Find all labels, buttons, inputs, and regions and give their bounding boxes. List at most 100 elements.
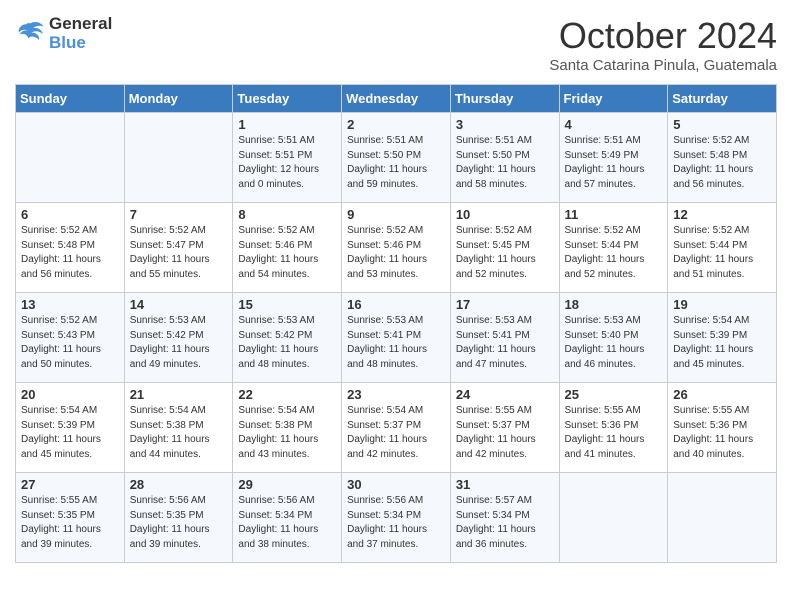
day-number: 5 [673, 117, 771, 132]
day-number: 21 [130, 387, 228, 402]
calendar-body: 1 Sunrise: 5:51 AMSunset: 5:51 PMDaylight… [16, 113, 777, 563]
day-number: 18 [565, 297, 663, 312]
day-info: Sunrise: 5:53 AMSunset: 5:41 PMDaylight:… [347, 314, 445, 372]
day-number: 26 [673, 387, 771, 402]
calendar-header-row: SundayMondayTuesdayWednesdayThursdayFrid… [16, 85, 777, 113]
calendar-cell: 25 Sunrise: 5:55 AMSunset: 5:36 PMDayligh… [559, 383, 668, 473]
day-info: Sunrise: 5:52 AMSunset: 5:45 PMDaylight:… [456, 224, 554, 282]
header-saturday: Saturday [668, 85, 777, 113]
calendar-cell: 12 Sunrise: 5:52 AMSunset: 5:44 PMDayligh… [668, 203, 777, 293]
day-number: 24 [456, 387, 554, 402]
day-number: 10 [456, 207, 554, 222]
day-info: Sunrise: 5:52 AMSunset: 5:48 PMDaylight:… [21, 224, 119, 282]
day-info: Sunrise: 5:55 AMSunset: 5:35 PMDaylight:… [21, 494, 119, 552]
day-number: 8 [238, 207, 336, 222]
day-info: Sunrise: 5:52 AMSunset: 5:46 PMDaylight:… [347, 224, 445, 282]
header-tuesday: Tuesday [233, 85, 342, 113]
header-wednesday: Wednesday [342, 85, 451, 113]
calendar-week-row: 6 Sunrise: 5:52 AMSunset: 5:48 PMDaylight… [16, 203, 777, 293]
calendar-cell: 11 Sunrise: 5:52 AMSunset: 5:44 PMDayligh… [559, 203, 668, 293]
day-info: Sunrise: 5:55 AMSunset: 5:36 PMDaylight:… [565, 404, 663, 462]
day-info: Sunrise: 5:52 AMSunset: 5:47 PMDaylight:… [130, 224, 228, 282]
day-number: 14 [130, 297, 228, 312]
calendar-week-row: 20 Sunrise: 5:54 AMSunset: 5:39 PMDayligh… [16, 383, 777, 473]
day-info: Sunrise: 5:51 AMSunset: 5:51 PMDaylight:… [238, 134, 336, 192]
header-friday: Friday [559, 85, 668, 113]
day-info: Sunrise: 5:52 AMSunset: 5:46 PMDaylight:… [238, 224, 336, 282]
day-number: 30 [347, 477, 445, 492]
day-info: Sunrise: 5:53 AMSunset: 5:42 PMDaylight:… [238, 314, 336, 372]
day-number: 31 [456, 477, 554, 492]
day-info: Sunrise: 5:51 AMSunset: 5:50 PMDaylight:… [347, 134, 445, 192]
calendar-cell: 19Sunrise: 5:54 AMSunset: 5:39 PMDayligh… [668, 293, 777, 383]
day-number: 3 [456, 117, 554, 132]
calendar-cell: 10 Sunrise: 5:52 AMSunset: 5:45 PMDayligh… [450, 203, 559, 293]
day-info: Sunrise: 5:52 AMSunset: 5:44 PMDaylight:… [673, 224, 771, 282]
calendar-cell: 20 Sunrise: 5:54 AMSunset: 5:39 PMDayligh… [16, 383, 125, 473]
calendar-cell: 30 Sunrise: 5:56 AMSunset: 5:34 PMDayligh… [342, 473, 451, 563]
calendar-cell: 3Sunrise: 5:51 AMSunset: 5:50 PMDaylight… [450, 113, 559, 203]
calendar-week-row: 27 Sunrise: 5:55 AMSunset: 5:35 PMDayligh… [16, 473, 777, 563]
calendar-cell: 8 Sunrise: 5:52 AMSunset: 5:46 PMDaylight… [233, 203, 342, 293]
logo-line1: General [49, 15, 112, 34]
day-info: Sunrise: 5:54 AMSunset: 5:38 PMDaylight:… [130, 404, 228, 462]
calendar-cell: 7Sunrise: 5:52 AMSunset: 5:47 PMDaylight… [124, 203, 233, 293]
logo-icon [15, 20, 45, 48]
month-title: October 2024 [549, 15, 777, 57]
day-number: 4 [565, 117, 663, 132]
calendar-cell: 13Sunrise: 5:52 AMSunset: 5:43 PMDayligh… [16, 293, 125, 383]
calendar-cell: 27 Sunrise: 5:55 AMSunset: 5:35 PMDayligh… [16, 473, 125, 563]
day-info: Sunrise: 5:54 AMSunset: 5:39 PMDaylight:… [673, 314, 771, 372]
day-info: Sunrise: 5:53 AMSunset: 5:41 PMDaylight:… [456, 314, 554, 372]
day-number: 22 [238, 387, 336, 402]
day-number: 12 [673, 207, 771, 222]
location-subtitle: Santa Catarina Pinula, Guatemala [549, 57, 777, 74]
day-info: Sunrise: 5:57 AMSunset: 5:34 PMDaylight:… [456, 494, 554, 552]
day-info: Sunrise: 5:56 AMSunset: 5:34 PMDaylight:… [238, 494, 336, 552]
logo: General Blue [15, 15, 112, 52]
day-info: Sunrise: 5:53 AMSunset: 5:42 PMDaylight:… [130, 314, 228, 372]
day-info: Sunrise: 5:56 AMSunset: 5:34 PMDaylight:… [347, 494, 445, 552]
day-info: Sunrise: 5:54 AMSunset: 5:39 PMDaylight:… [21, 404, 119, 462]
calendar-cell [668, 473, 777, 563]
day-number: 11 [565, 207, 663, 222]
calendar-cell: 22 Sunrise: 5:54 AMSunset: 5:38 PMDayligh… [233, 383, 342, 473]
day-number: 29 [238, 477, 336, 492]
calendar-cell: 2 Sunrise: 5:51 AMSunset: 5:50 PMDaylight… [342, 113, 451, 203]
calendar-cell: 15Sunrise: 5:53 AMSunset: 5:42 PMDayligh… [233, 293, 342, 383]
day-number: 16 [347, 297, 445, 312]
calendar-cell: 29 Sunrise: 5:56 AMSunset: 5:34 PMDayligh… [233, 473, 342, 563]
day-info: Sunrise: 5:54 AMSunset: 5:38 PMDaylight:… [238, 404, 336, 462]
day-number: 20 [21, 387, 119, 402]
day-info: Sunrise: 5:51 AMSunset: 5:49 PMDaylight:… [565, 134, 663, 192]
logo-line2: Blue [49, 34, 112, 53]
day-info: Sunrise: 5:55 AMSunset: 5:37 PMDaylight:… [456, 404, 554, 462]
day-number: 9 [347, 207, 445, 222]
calendar-cell: 21 Sunrise: 5:54 AMSunset: 5:38 PMDayligh… [124, 383, 233, 473]
day-number: 23 [347, 387, 445, 402]
day-number: 6 [21, 207, 119, 222]
header-monday: Monday [124, 85, 233, 113]
day-number: 28 [130, 477, 228, 492]
header-thursday: Thursday [450, 85, 559, 113]
calendar-cell: 18 Sunrise: 5:53 AMSunset: 5:40 PMDayligh… [559, 293, 668, 383]
calendar-cell [124, 113, 233, 203]
calendar-cell: 23Sunrise: 5:54 AMSunset: 5:37 PMDayligh… [342, 383, 451, 473]
day-info: Sunrise: 5:55 AMSunset: 5:36 PMDaylight:… [673, 404, 771, 462]
calendar-week-row: 1 Sunrise: 5:51 AMSunset: 5:51 PMDaylight… [16, 113, 777, 203]
calendar-cell [559, 473, 668, 563]
title-section: October 2024 Santa Catarina Pinula, Guat… [549, 15, 777, 74]
calendar-cell: 9 Sunrise: 5:52 AMSunset: 5:46 PMDaylight… [342, 203, 451, 293]
calendar-cell: 5Sunrise: 5:52 AMSunset: 5:48 PMDaylight… [668, 113, 777, 203]
calendar-cell: 14 Sunrise: 5:53 AMSunset: 5:42 PMDayligh… [124, 293, 233, 383]
page-header: General Blue October 2024 Santa Catarina… [15, 15, 777, 74]
day-number: 17 [456, 297, 554, 312]
day-number: 13 [21, 297, 119, 312]
day-number: 25 [565, 387, 663, 402]
day-number: 2 [347, 117, 445, 132]
calendar-cell: 31 Sunrise: 5:57 AMSunset: 5:34 PMDayligh… [450, 473, 559, 563]
day-number: 1 [238, 117, 336, 132]
day-info: Sunrise: 5:53 AMSunset: 5:40 PMDaylight:… [565, 314, 663, 372]
day-number: 27 [21, 477, 119, 492]
day-info: Sunrise: 5:52 AMSunset: 5:44 PMDaylight:… [565, 224, 663, 282]
